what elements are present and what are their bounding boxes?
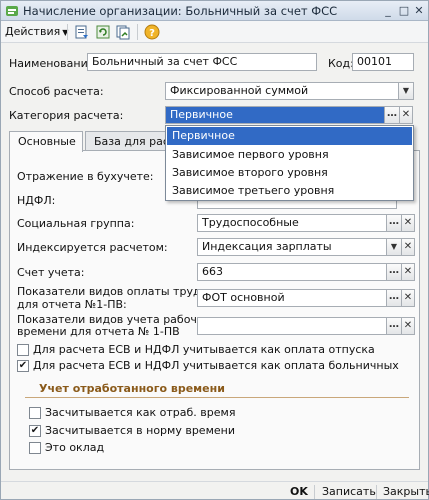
actions-menu[interactable]: Действия ▼ (5, 25, 68, 38)
bottom-separator (376, 485, 377, 499)
app-logo-icon (6, 6, 18, 16)
dropdown-option[interactable]: Зависимое первого уровня (167, 146, 412, 164)
dropdown-option[interactable]: Первичное (167, 127, 412, 145)
name-field[interactable]: Больничный за счет ФСС (87, 53, 317, 71)
norm-time-label: Засчитывается в норму времени (45, 424, 235, 437)
select-dots-icon[interactable]: … (387, 289, 402, 307)
ndfl-label: НДФЛ: (17, 194, 56, 207)
esv-sick-label: Для расчета ЕСВ и НДФЛ учитывается как о… (33, 359, 399, 372)
bottom-separator (314, 485, 315, 499)
clear-icon[interactable]: ✕ (402, 289, 415, 307)
pay-types-label-line1: Показатели видов оплаты труда (17, 285, 208, 298)
select-dots-icon[interactable]: … (385, 106, 400, 124)
close-button[interactable]: Закрыть (383, 485, 429, 498)
refresh-icon[interactable] (95, 24, 111, 40)
select-dots-icon[interactable]: … (387, 263, 402, 281)
toolbar-separator (67, 24, 68, 40)
maximize-icon[interactable]: □ (397, 4, 411, 18)
copy-document-icon[interactable] (115, 24, 131, 40)
work-time-label-line2: времени для отчета № 1-ПВ (17, 325, 180, 338)
social-group-field[interactable]: Трудоспособные (197, 214, 387, 232)
title-bar: Начисление организации: Больничный за сч… (1, 1, 428, 21)
worked-time-checkbox[interactable] (29, 407, 41, 419)
dropdown-option[interactable]: Зависимое второго уровня (167, 164, 412, 182)
code-field[interactable]: 00101 (352, 53, 414, 71)
calc-method-select[interactable]: Фиксированной суммой (165, 82, 399, 100)
clear-icon[interactable]: ✕ (402, 238, 415, 256)
category-field[interactable]: Первичное (165, 106, 385, 124)
save-button[interactable]: Записать (322, 485, 376, 498)
pay-types-label-line2: для отчета №1-ПВ: (17, 298, 127, 311)
category-dropdown-list: Первичное Зависимое первого уровня Завис… (165, 125, 414, 201)
tab-main[interactable]: Основные (9, 131, 83, 152)
dialog-window: Начисление организации: Больничный за сч… (0, 0, 429, 500)
clear-icon[interactable]: ✕ (402, 263, 415, 281)
category-label: Категория расчета: (9, 109, 124, 122)
toolbar-separator (137, 24, 138, 40)
social-group-label: Социальная группа: (17, 217, 135, 230)
name-label: Наименование: (9, 57, 99, 70)
bottom-bar: OK Записать Закрыть (1, 481, 429, 500)
clear-icon[interactable]: ✕ (400, 106, 413, 124)
work-time-field[interactable] (197, 317, 387, 335)
indexed-select[interactable]: Индексация зарплаты (197, 238, 387, 256)
chevron-down-icon[interactable]: ▼ (399, 82, 414, 100)
select-dots-icon[interactable]: … (387, 317, 402, 335)
window-title: Начисление организации: Больничный за сч… (23, 4, 338, 18)
accounting-label: Отражение в бухучете: (17, 170, 154, 183)
salary-label: Это оклад (45, 441, 105, 454)
norm-time-checkbox[interactable]: ✔ (29, 425, 41, 437)
svg-text:?: ? (149, 28, 155, 39)
ok-button[interactable]: OK (290, 485, 308, 498)
actions-label: Действия (5, 25, 61, 38)
calc-method-label: Способ расчета: (9, 85, 104, 98)
close-icon[interactable]: ✕ (412, 4, 426, 18)
account-field[interactable]: 663 (197, 263, 387, 281)
clear-icon[interactable]: ✕ (402, 214, 415, 232)
esv-vacation-label: Для расчета ЕСВ и НДФЛ учитывается как о… (33, 343, 375, 356)
worked-time-label: Засчитывается как отраб. время (45, 406, 236, 419)
minimize-icon[interactable]: _ (381, 4, 395, 18)
post-document-icon[interactable] (74, 24, 90, 40)
pay-types-field[interactable]: ФОТ основной (197, 289, 387, 307)
group-divider (25, 397, 409, 398)
help-icon[interactable]: ? (144, 24, 160, 40)
code-label: Код: (328, 57, 354, 70)
toolbar: Действия ▼ ? (1, 21, 428, 43)
indexed-label: Индексируется расчетом: (17, 241, 168, 254)
select-dots-icon[interactable]: … (387, 214, 402, 232)
chevron-down-icon[interactable]: ▼ (387, 238, 402, 256)
tab-calc-base[interactable]: База для расче (85, 131, 175, 151)
clear-icon[interactable]: ✕ (402, 317, 415, 335)
account-label: Счет учета: (17, 266, 85, 279)
esv-sick-checkbox[interactable]: ✔ (17, 360, 29, 372)
worked-time-group-title: Учет отработанного времени (39, 382, 225, 395)
esv-vacation-checkbox[interactable] (17, 344, 29, 356)
salary-checkbox[interactable] (29, 442, 41, 454)
dropdown-option[interactable]: Зависимое третьего уровня (167, 182, 412, 200)
